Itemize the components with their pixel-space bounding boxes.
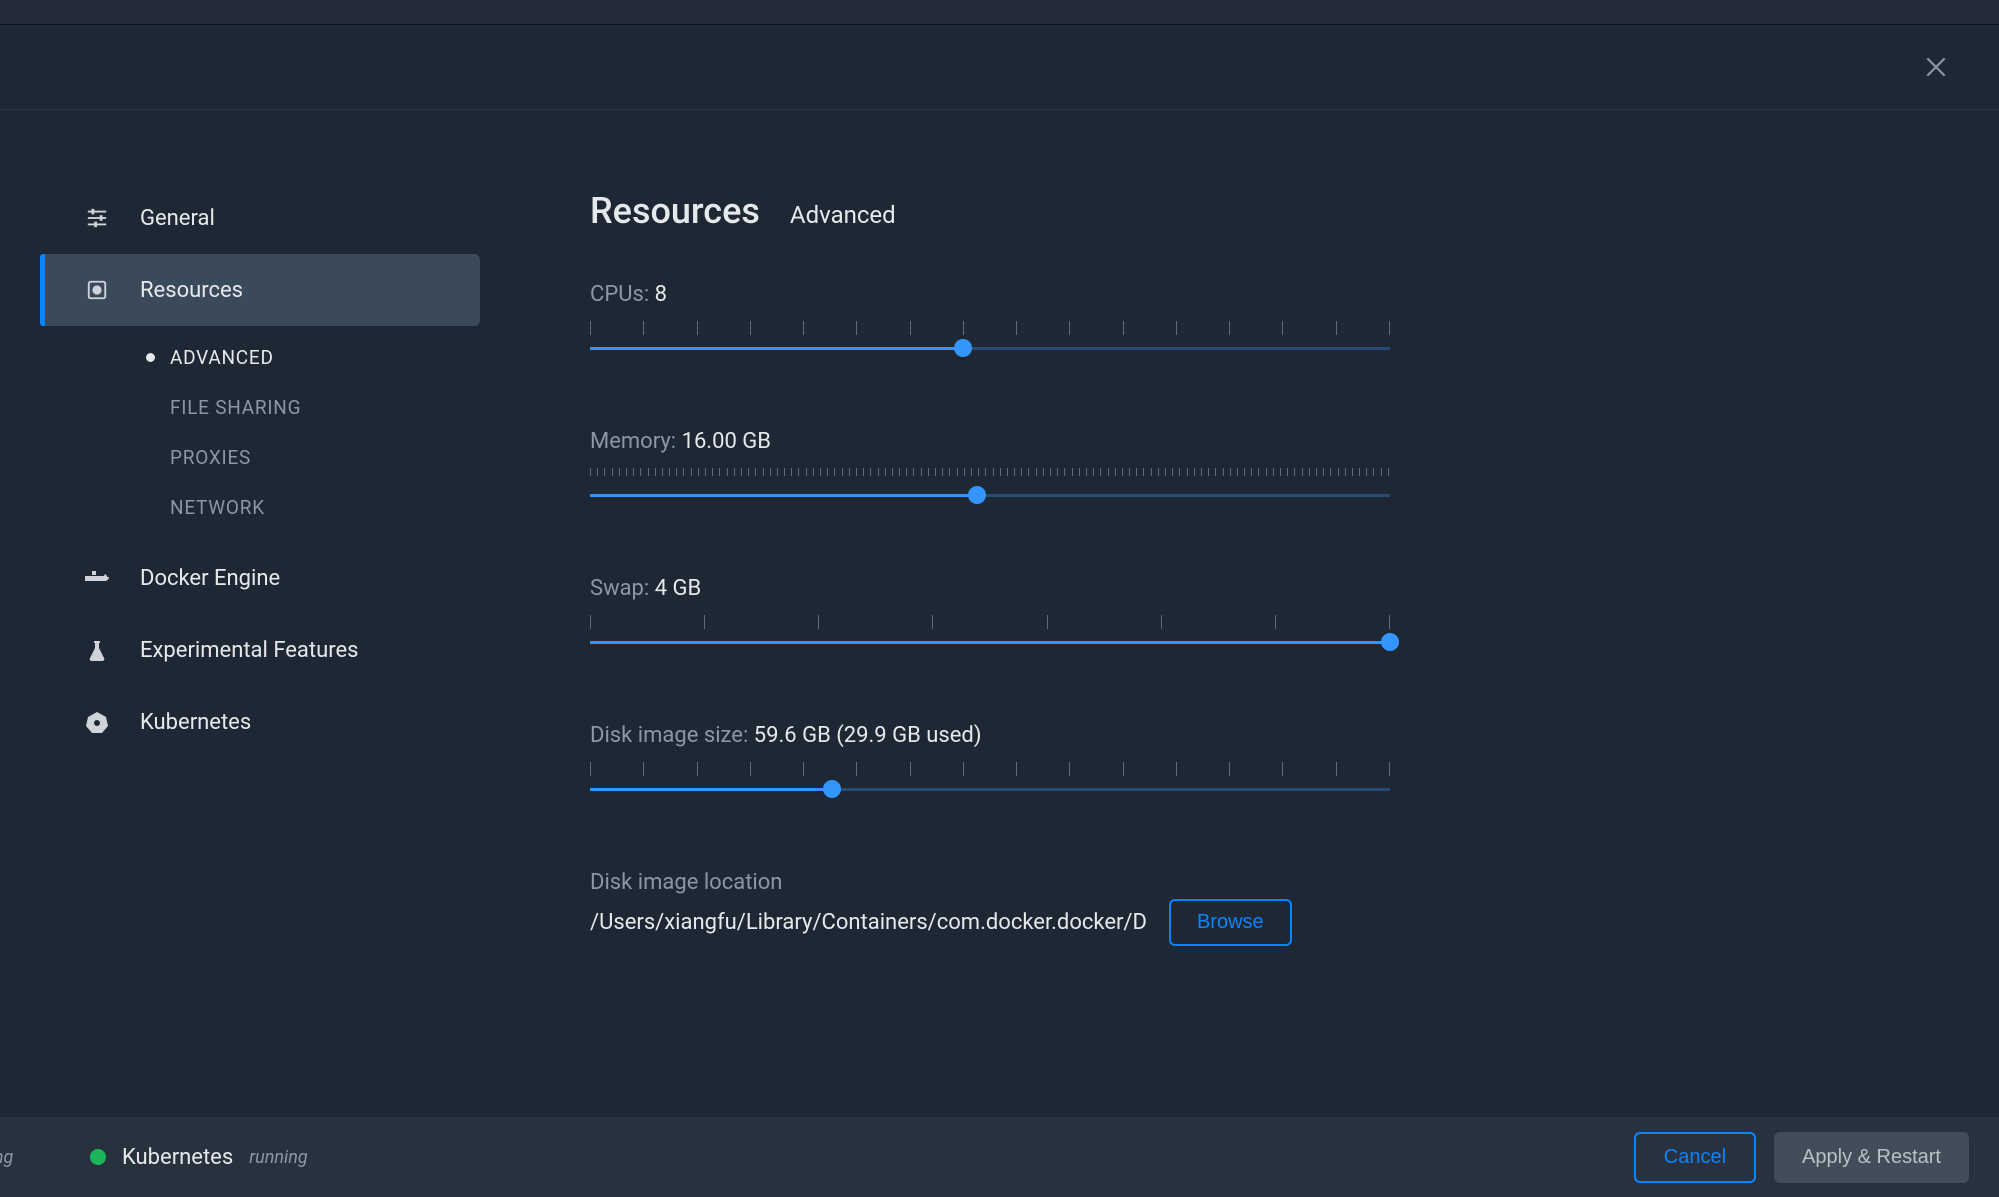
subnav-label: NETWORK: [170, 496, 265, 519]
footer-bar: ning Kubernetes running Cancel Apply & R…: [0, 1117, 1999, 1197]
disk-size-value: 59.6 GB (29.9 GB used): [754, 723, 982, 748]
sidebar-item-docker-engine[interactable]: Docker Engine: [40, 542, 480, 614]
sidebar-item-label: Kubernetes: [140, 710, 251, 735]
resources-subnav: ADVANCED FILE SHARING PROXIES NETWORK: [40, 326, 480, 542]
status-state: running: [249, 1147, 308, 1168]
close-icon[interactable]: [1923, 54, 1949, 80]
apply-restart-button[interactable]: Apply & Restart: [1774, 1132, 1969, 1183]
cancel-button[interactable]: Cancel: [1634, 1132, 1756, 1183]
slider-thumb[interactable]: [823, 780, 841, 798]
subnav-file-sharing[interactable]: FILE SHARING: [40, 382, 480, 432]
sidebar: General Resources ADVANCED FILE SHARING …: [0, 110, 480, 1117]
disk-size-slider[interactable]: [590, 752, 1390, 802]
slider-thumb[interactable]: [1381, 633, 1399, 651]
status-dot-icon: [90, 1149, 106, 1165]
disk-size-field: Disk image size: 59.6 GB (29.9 GB used): [590, 723, 1390, 802]
prev-status-trailing: ning: [0, 1147, 13, 1168]
page-subtitle: Advanced: [790, 201, 896, 229]
disk-location-label: Disk image location: [590, 870, 1390, 895]
cpus-value: 8: [655, 282, 667, 307]
disk-size-label-row: Disk image size: 59.6 GB (29.9 GB used): [590, 723, 1390, 748]
slider-thumb[interactable]: [954, 339, 972, 357]
status-area: ning Kubernetes running: [30, 1145, 308, 1170]
swap-field: Swap: 4 GB: [590, 576, 1390, 655]
page-title: Resources: [590, 190, 760, 232]
status-service: Kubernetes: [122, 1145, 233, 1170]
browse-button[interactable]: Browse: [1169, 899, 1292, 946]
subnav-advanced[interactable]: ADVANCED: [40, 332, 480, 382]
subnav-proxies[interactable]: PROXIES: [40, 432, 480, 482]
close-row: [0, 25, 1999, 110]
sidebar-item-label: Docker Engine: [140, 566, 280, 591]
flask-icon: [80, 639, 114, 661]
resources-icon: [80, 279, 114, 301]
disk-location-field: Disk image location /Users/xiangfu/Libra…: [590, 870, 1390, 946]
sidebar-item-label: Resources: [140, 278, 243, 303]
memory-field: Memory: 16.00 GB: [590, 429, 1390, 508]
slider-thumb[interactable]: [968, 486, 986, 504]
cpus-field: CPUs: 8: [590, 282, 1390, 361]
subnav-label: ADVANCED: [170, 346, 274, 369]
memory-label: Memory:: [590, 429, 676, 454]
page-heading: Resources Advanced: [590, 190, 1999, 232]
memory-label-row: Memory: 16.00 GB: [590, 429, 1390, 454]
cpus-slider[interactable]: [590, 311, 1390, 361]
sliders-icon: [80, 207, 114, 229]
memory-value: 16.00 GB: [682, 429, 771, 454]
kubernetes-icon: [80, 710, 114, 734]
sidebar-item-general[interactable]: General: [40, 182, 480, 254]
memory-slider[interactable]: [590, 458, 1390, 508]
top-strip: [0, 0, 1999, 25]
sidebar-item-experimental[interactable]: Experimental Features: [40, 614, 480, 686]
cpus-label: CPUs:: [590, 282, 649, 307]
main-panel: Resources Advanced CPUs: 8 Memory: 16.00…: [480, 110, 1999, 1117]
swap-label: Swap:: [590, 576, 649, 601]
docker-icon: [80, 567, 114, 589]
disk-size-label: Disk image size:: [590, 723, 748, 748]
swap-slider[interactable]: [590, 605, 1390, 655]
sidebar-item-resources[interactable]: Resources: [40, 254, 480, 326]
swap-label-row: Swap: 4 GB: [590, 576, 1390, 601]
subnav-label: FILE SHARING: [170, 396, 301, 419]
sidebar-item-kubernetes[interactable]: Kubernetes: [40, 686, 480, 758]
sidebar-item-label: Experimental Features: [140, 638, 359, 663]
swap-value: 4 GB: [655, 576, 702, 601]
disk-location-path: /Users/xiangfu/Library/Containers/com.do…: [590, 910, 1147, 935]
sidebar-item-label: General: [140, 206, 215, 231]
cpus-label-row: CPUs: 8: [590, 282, 1390, 307]
subnav-label: PROXIES: [170, 446, 251, 469]
subnav-network[interactable]: NETWORK: [40, 482, 480, 532]
